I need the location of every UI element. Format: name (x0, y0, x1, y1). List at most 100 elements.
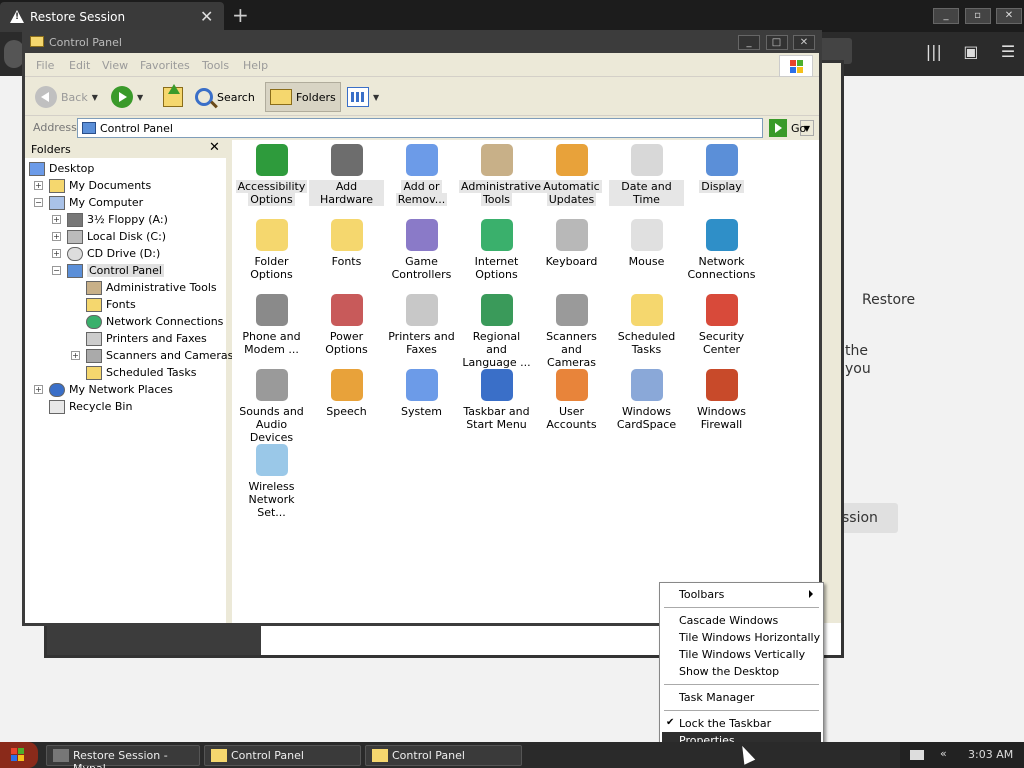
menu-favorites[interactable]: Favorites (140, 59, 190, 72)
tree-item[interactable]: My Network Places (49, 381, 173, 398)
forward-button[interactable]: ▼ (107, 82, 147, 112)
control-panel-item[interactable]: Automatic Updates (534, 144, 609, 206)
browser-maximize-button[interactable]: ▫ (964, 8, 991, 24)
tree-item[interactable]: Scheduled Tasks (86, 364, 197, 381)
control-panel-item[interactable]: Folder Options (234, 219, 309, 281)
item-label: Start Menu (466, 418, 527, 431)
search-button[interactable]: Search (191, 82, 259, 112)
sidebar-icon[interactable]: ▣ (955, 42, 987, 61)
tree-item[interactable]: CD Drive (D:) (67, 245, 160, 262)
menu-item-tile-horizontally[interactable]: Tile Windows Horizontally (662, 629, 821, 646)
taskbar-button-mypal[interactable]: Restore Session - Mypal (46, 745, 200, 768)
browser-back-button[interactable] (4, 40, 24, 68)
control-panel-item[interactable]: Fonts (309, 219, 384, 268)
control-panel-item[interactable]: Display (684, 144, 759, 193)
menu-item-task-manager[interactable]: Task Manager (662, 689, 821, 706)
tree-expander-icon[interactable]: + (52, 232, 61, 241)
menu-view[interactable]: View (102, 59, 128, 72)
folders-button[interactable]: Folders (265, 82, 341, 112)
tree-expander-icon[interactable]: + (71, 351, 80, 360)
window-title-bar[interactable]: Control Panel _ □ ✕ (25, 33, 819, 53)
control-panel-item[interactable]: Security Center (684, 294, 759, 356)
folders-pane-close-icon[interactable]: ✕ (209, 140, 220, 155)
menu-item-toolbars[interactable]: Toolbars (662, 586, 821, 603)
views-button[interactable]: ▼ (343, 82, 383, 112)
minimize-button[interactable]: _ (738, 35, 760, 50)
menu-icon[interactable]: ☰ (992, 42, 1024, 61)
control-panel-item[interactable]: Administrative Tools (459, 144, 544, 206)
menu-help[interactable]: Help (243, 59, 268, 72)
go-button[interactable]: Go (769, 119, 806, 137)
control-panel-item[interactable]: Keyboard (534, 219, 609, 268)
browser-close-button[interactable]: ✕ (996, 8, 1022, 24)
tab-close-icon[interactable]: ✕ (200, 7, 213, 26)
taskbar-button-control-panel[interactable]: Control Panel (204, 745, 361, 766)
maximize-button[interactable]: □ (765, 35, 788, 50)
control-panel-item[interactable]: Sounds and Audio Devices (234, 369, 309, 444)
tree-item[interactable]: My Computer (49, 194, 143, 211)
control-panel-item[interactable]: Mouse (609, 219, 684, 268)
tree-item[interactable]: Administrative Tools (86, 279, 217, 296)
up-button[interactable] (159, 82, 187, 112)
menu-item-tile-vertically[interactable]: Tile Windows Vertically (662, 646, 821, 663)
menu-file[interactable]: File (36, 59, 54, 72)
control-panel-item[interactable]: System (384, 369, 459, 418)
menu-item-show-desktop[interactable]: Show the Desktop (662, 663, 821, 680)
tree-item[interactable]: 3½ Floppy (A:) (67, 211, 168, 228)
tray-expand-icon[interactable]: « (940, 747, 947, 760)
control-panel-item[interactable]: Wireless Network Set... (234, 444, 309, 519)
control-panel-item[interactable]: Scanners and Cameras (534, 294, 609, 369)
control-panel-item[interactable]: Windows Firewall (684, 369, 759, 431)
item-label: Scanners and (546, 330, 597, 356)
new-tab-button[interactable]: + (232, 3, 249, 27)
control-panel-item[interactable]: Accessibility Options (234, 144, 309, 206)
control-panel-item[interactable]: Phone and Modem ... (234, 294, 309, 356)
tree-expander-icon[interactable]: + (34, 385, 43, 394)
control-panel-item[interactable]: Add Hardware (309, 144, 384, 206)
keyboard-icon[interactable] (910, 750, 924, 760)
tree-expander-icon[interactable]: − (52, 266, 61, 275)
item-label: User Accounts (546, 405, 597, 431)
tree-expander-icon[interactable]: − (34, 198, 43, 207)
control-panel-item[interactable]: Date and Time (609, 144, 684, 206)
tree-item[interactable]: Scanners and Cameras (86, 347, 233, 364)
tree-item[interactable]: Local Disk (C:) (67, 228, 166, 245)
control-panel-item[interactable]: Add or Remov... (384, 144, 459, 206)
tree-expander-icon[interactable]: + (34, 181, 43, 190)
library-icon[interactable]: ||| (918, 42, 950, 61)
browser-tab-restore-session[interactable]: Restore Session ✕ (0, 2, 224, 32)
tree-item[interactable]: Network Connections (86, 313, 223, 330)
menu-item-cascade-windows[interactable]: Cascade Windows (662, 612, 821, 629)
tree-expander-icon[interactable]: + (52, 215, 61, 224)
control-panel-item[interactable]: Game Controllers (384, 219, 459, 281)
menu-tools[interactable]: Tools (202, 59, 229, 72)
menu-item-lock-taskbar[interactable]: ✔ Lock the Taskbar (662, 715, 821, 732)
control-panel-item[interactable]: Internet Options (459, 219, 534, 281)
menu-separator (664, 684, 819, 685)
address-bar: Address Control Panel ▼ Go (25, 117, 819, 139)
tree-item[interactable]: Desktop (29, 160, 94, 177)
control-panel-item[interactable]: Windows CardSpace (609, 369, 684, 431)
menu-edit[interactable]: Edit (69, 59, 90, 72)
control-panel-item[interactable]: Scheduled Tasks (609, 294, 684, 356)
tree-item[interactable]: Recycle Bin (49, 398, 132, 415)
clock[interactable]: 3:03 AM (968, 748, 1013, 761)
tree-expander-icon[interactable]: + (52, 249, 61, 258)
control-panel-item[interactable]: Speech (309, 369, 384, 418)
tree-item[interactable]: Control Panel (67, 262, 164, 279)
address-input[interactable]: Control Panel ▼ (77, 118, 814, 138)
tree-item[interactable]: My Documents (49, 177, 151, 194)
control-panel-item[interactable]: Regional and Language ... (459, 294, 534, 369)
taskbar-button-control-panel[interactable]: Control Panel (365, 745, 522, 766)
back-button[interactable]: Back ▼ (31, 82, 102, 112)
start-button[interactable] (0, 742, 38, 768)
close-button[interactable]: ✕ (793, 35, 815, 50)
control-panel-item[interactable]: Printers and Faxes (384, 294, 459, 356)
control-panel-item[interactable]: User Accounts (534, 369, 609, 431)
control-panel-item[interactable]: Network Connections (684, 219, 759, 281)
browser-minimize-button[interactable]: _ (933, 8, 959, 24)
tree-item[interactable]: Fonts (86, 296, 136, 313)
control-panel-item[interactable]: Power Options (309, 294, 384, 356)
control-panel-item[interactable]: Taskbar and Start Menu (459, 369, 534, 431)
tree-item[interactable]: Printers and Faxes (86, 330, 207, 347)
